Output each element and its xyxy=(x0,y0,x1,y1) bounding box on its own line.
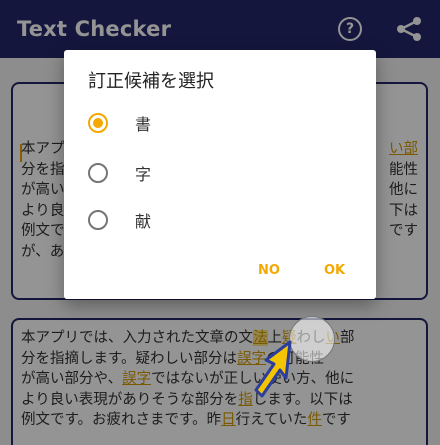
ok-button[interactable]: OK xyxy=(324,263,345,278)
radio-selected-icon[interactable] xyxy=(88,113,108,133)
option-label: 献 xyxy=(135,212,152,231)
radio-icon[interactable] xyxy=(88,163,108,183)
pointer-arrow-icon xyxy=(254,340,292,398)
option-sho[interactable]: 書 xyxy=(88,108,151,138)
option-label: 字 xyxy=(135,165,152,184)
option-ji[interactable]: 字 xyxy=(88,158,151,188)
no-button[interactable]: NO xyxy=(258,263,280,278)
option-ken[interactable]: 献 xyxy=(88,205,151,235)
correction-dialog: 訂正候補を選択 書 字 献 NO OK xyxy=(64,50,376,299)
radio-icon[interactable] xyxy=(88,210,108,230)
option-label: 書 xyxy=(135,115,152,134)
dialog-title: 訂正候補を選択 xyxy=(88,71,214,92)
